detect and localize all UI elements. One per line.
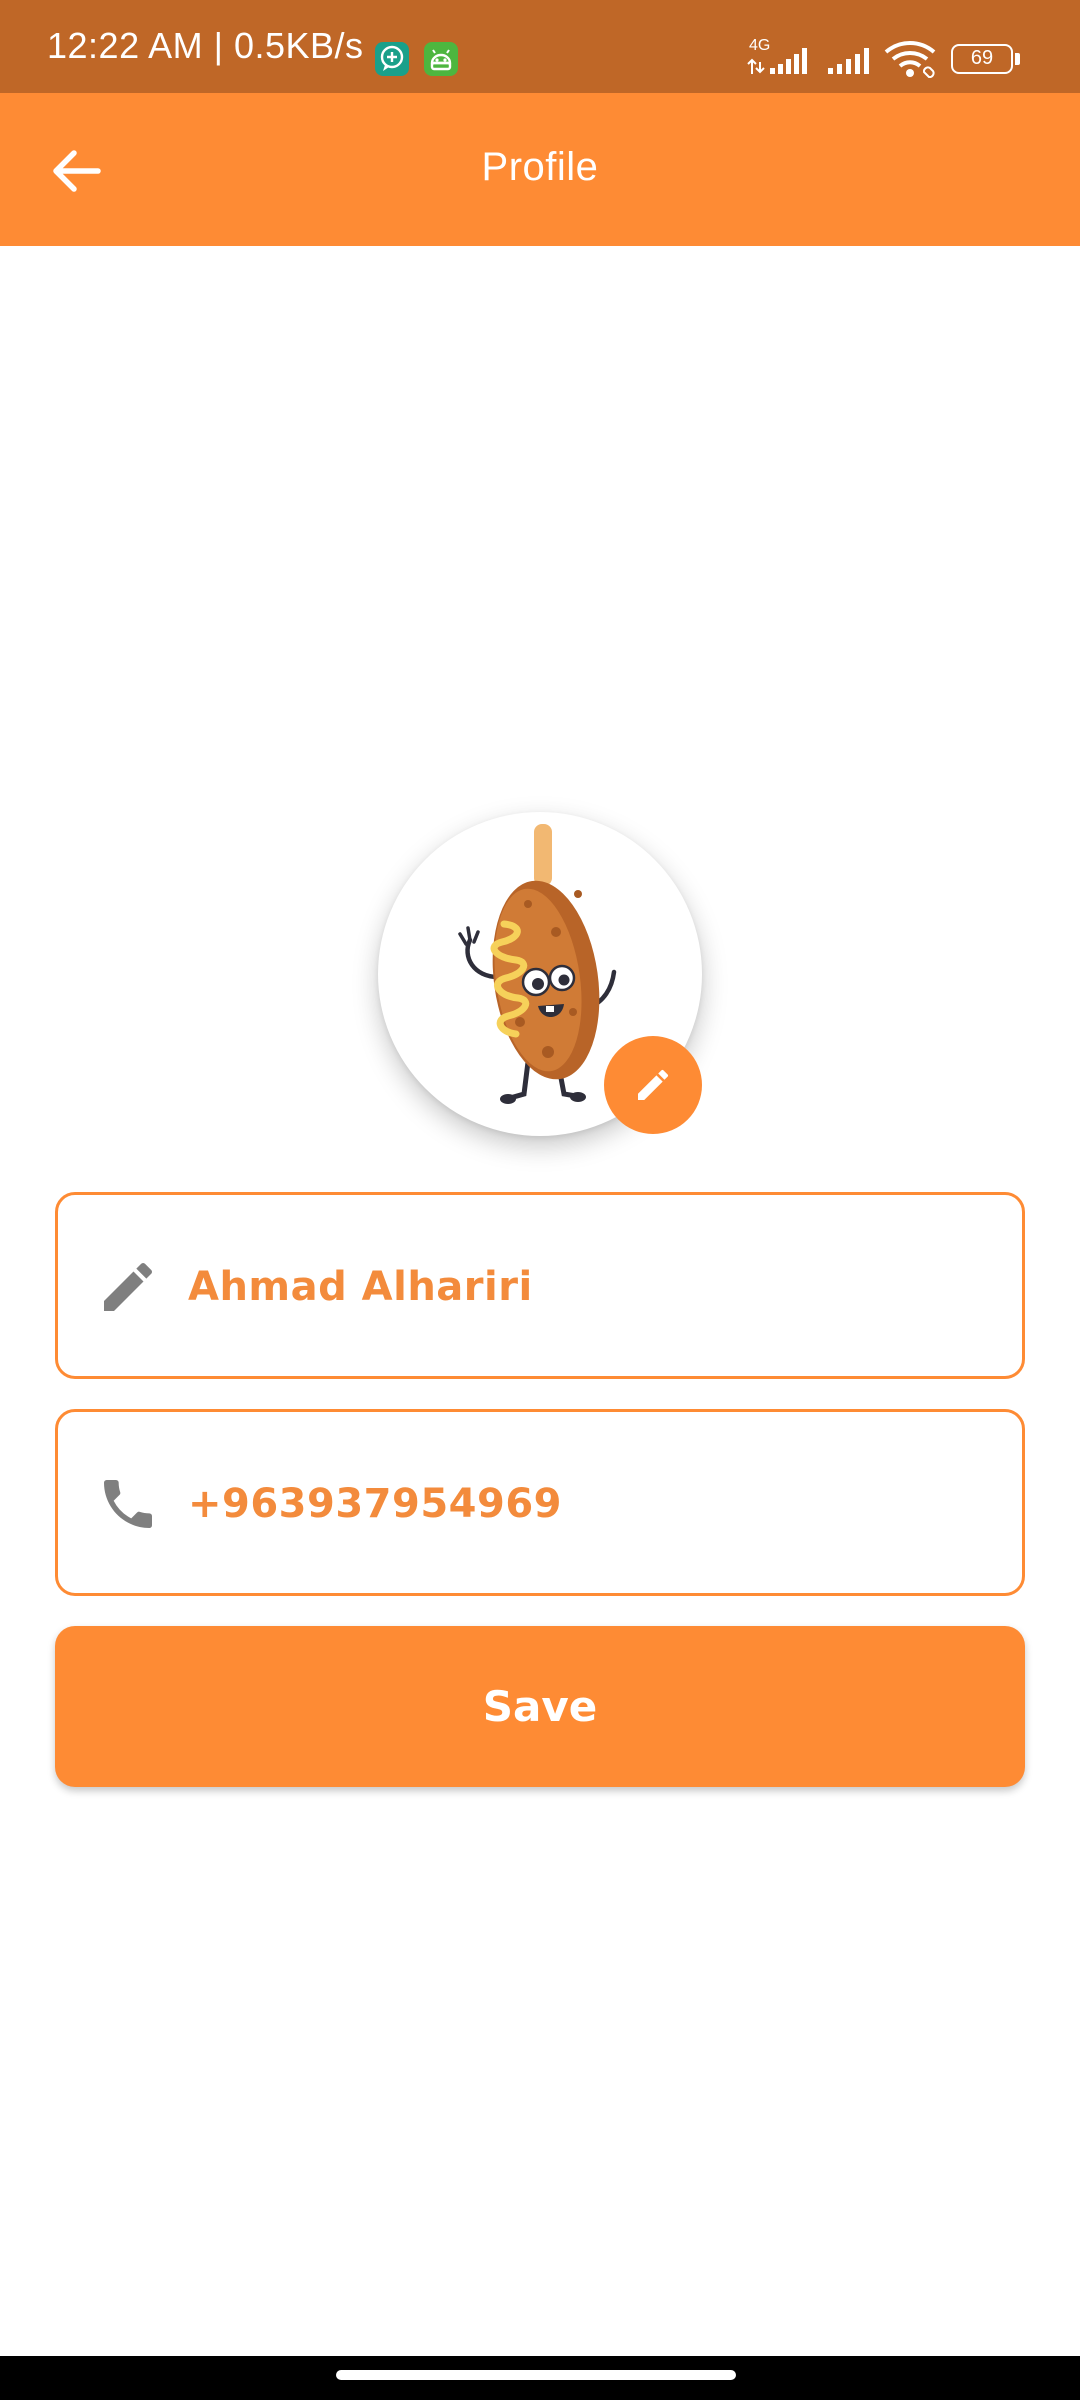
pencil-icon [638,1069,669,1100]
edit-avatar-button[interactable] [604,1036,702,1134]
battery-level: 69 [970,47,994,69]
signal-4g-icon: 4G [746,37,814,76]
wifi-icon [884,40,940,80]
navigation-bar [0,2356,1080,2400]
status-icons: 4G 69 [0,0,1080,93]
name-value[interactable]: Ahmad Alhariri [188,1259,533,1315]
app-bar: Profile [0,93,1080,246]
page-title: Profile [481,145,599,189]
name-field[interactable]: Ahmad Alhariri [55,1192,1025,1379]
status-bar: 12:22 AM | 0.5KB/s 4G 69 [0,0,1080,93]
signal-icon [826,40,874,76]
home-indicator[interactable] [336,2370,736,2380]
save-button[interactable]: Save [55,1626,1025,1787]
battery-icon: 69 [951,44,1021,76]
phone-field[interactable]: +963937954969 [55,1409,1025,1596]
pencil-icon [104,1262,153,1311]
phone-icon [104,1480,152,1528]
phone-value[interactable]: +963937954969 [188,1476,562,1532]
